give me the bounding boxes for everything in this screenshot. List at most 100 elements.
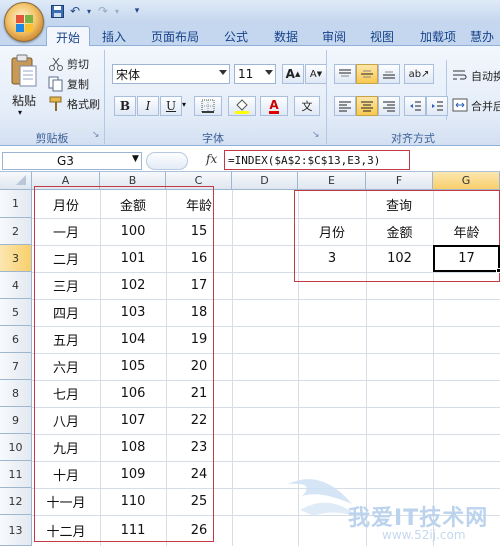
office-logo-icon bbox=[16, 15, 33, 32]
data-table-highlight bbox=[34, 186, 214, 542]
row-header-7[interactable]: 7 bbox=[0, 353, 32, 380]
font-color-button[interactable]: A bbox=[260, 96, 288, 116]
wrap-text-button[interactable]: 自动换 bbox=[452, 68, 500, 84]
font-size-value: 11 bbox=[238, 67, 254, 81]
align-center-button[interactable] bbox=[356, 96, 378, 116]
row-header-12[interactable]: 12 bbox=[0, 488, 32, 515]
decrease-indent-button[interactable] bbox=[404, 96, 426, 116]
copy-button[interactable]: 复制 bbox=[48, 76, 89, 92]
orientation-icon: ab↗ bbox=[408, 68, 430, 80]
fill-color-button[interactable] bbox=[228, 96, 256, 116]
increase-indent-button[interactable] bbox=[426, 96, 448, 116]
alignment-group-label: 对齐方式 bbox=[391, 132, 435, 145]
row-header-2[interactable]: 2 bbox=[0, 218, 32, 245]
column-header-d[interactable]: D bbox=[232, 172, 298, 190]
name-box[interactable]: G3 bbox=[2, 152, 142, 170]
paste-dropdown-icon[interactable]: ▾ bbox=[18, 108, 22, 117]
borders-button[interactable] bbox=[194, 96, 222, 116]
merge-center-icon bbox=[452, 98, 468, 114]
row-header-6[interactable]: 6 bbox=[0, 326, 32, 353]
phonetic-button[interactable]: 文 bbox=[294, 96, 320, 116]
tab-formulas[interactable]: 公式 bbox=[216, 26, 256, 46]
align-right-icon bbox=[383, 101, 395, 112]
column-header-e[interactable]: E bbox=[298, 172, 366, 190]
customize-toolbar-icon[interactable]: ▾ bbox=[128, 3, 146, 19]
grow-font-button[interactable]: A ▲ bbox=[282, 64, 304, 84]
paste-icon[interactable] bbox=[10, 54, 38, 88]
row-header-11[interactable]: 11 bbox=[0, 461, 32, 488]
row-header-10[interactable]: 10 bbox=[0, 434, 32, 461]
paste-button[interactable]: 粘贴 bbox=[12, 92, 36, 109]
save-icon[interactable] bbox=[48, 3, 66, 19]
align-center-icon bbox=[361, 101, 373, 112]
font-color-label: A bbox=[269, 97, 279, 114]
align-left-button[interactable] bbox=[334, 96, 356, 116]
select-all-corner[interactable] bbox=[0, 172, 32, 190]
row-header-3[interactable]: 3 bbox=[0, 245, 32, 272]
align-top-button[interactable] bbox=[334, 64, 356, 84]
name-box-dropdown-icon[interactable]: ▼ bbox=[132, 154, 139, 164]
formula-bar-splitter[interactable] bbox=[146, 152, 188, 170]
tab-insert[interactable]: 插入 bbox=[94, 26, 134, 46]
font-size-dropdown-icon[interactable] bbox=[265, 70, 273, 75]
merge-center-button[interactable]: 合并后 bbox=[452, 98, 500, 114]
increase-indent-icon bbox=[432, 101, 443, 111]
tab-page-layout[interactable]: 页面布局 bbox=[146, 26, 204, 46]
orientation-button[interactable]: ab↗ bbox=[404, 64, 434, 84]
underline-button[interactable]: U bbox=[160, 96, 182, 116]
font-name-combo[interactable]: 宋体 bbox=[112, 64, 230, 84]
copy-icon bbox=[48, 76, 64, 92]
tab-review[interactable]: 审阅 bbox=[314, 26, 354, 46]
name-box-value: G3 bbox=[57, 154, 74, 168]
format-painter-icon bbox=[48, 96, 64, 112]
underline-dropdown-icon[interactable]: ▾ bbox=[182, 100, 186, 109]
cut-button[interactable]: 剪切 bbox=[48, 56, 89, 72]
cut-label: 剪切 bbox=[67, 58, 89, 71]
font-name-dropdown-icon[interactable] bbox=[219, 70, 227, 75]
font-size-combo[interactable]: 11 bbox=[234, 64, 276, 84]
watermark: 我爱IT技术网 www.52ij.com bbox=[282, 470, 500, 546]
gridline-vertical bbox=[232, 190, 233, 546]
row-header-1[interactable]: 1 bbox=[0, 190, 32, 218]
column-header-g[interactable]: G bbox=[433, 172, 500, 190]
copy-label: 复制 bbox=[67, 78, 89, 91]
wrap-text-label: 自动换 bbox=[471, 70, 500, 83]
column-header-f[interactable]: F bbox=[366, 172, 433, 190]
align-bottom-icon bbox=[383, 71, 395, 79]
tab-view[interactable]: 视图 bbox=[362, 26, 402, 46]
scissors-icon bbox=[48, 56, 64, 72]
watermark-url: www.52ij.com bbox=[382, 528, 466, 542]
tab-home[interactable]: 开始 bbox=[46, 26, 90, 47]
formula-input[interactable]: =INDEX($A$2:$C$13,E3,3) bbox=[224, 150, 410, 170]
align-right-button[interactable] bbox=[378, 96, 400, 116]
office-button[interactable] bbox=[4, 2, 44, 42]
decrease-indent-icon bbox=[410, 101, 421, 111]
row-header-8[interactable]: 8 bbox=[0, 380, 32, 407]
shrink-font-label: A bbox=[309, 68, 317, 80]
tab-addins[interactable]: 加载项 bbox=[414, 26, 462, 46]
redo-dropdown-icon[interactable]: ▾ bbox=[108, 3, 126, 19]
align-middle-icon bbox=[361, 70, 373, 78]
row-header-5[interactable]: 5 bbox=[0, 299, 32, 326]
tab-huiban[interactable]: 慧办 bbox=[470, 26, 500, 46]
font-name-value: 宋体 bbox=[116, 67, 141, 82]
active-cell-cursor[interactable] bbox=[433, 245, 500, 272]
row-header-4[interactable]: 4 bbox=[0, 272, 32, 299]
tab-data[interactable]: 数据 bbox=[266, 26, 306, 46]
fill-handle[interactable] bbox=[496, 268, 500, 273]
clipboard-launcher-icon[interactable]: ↘ bbox=[92, 130, 100, 140]
phonetic-label: 文 bbox=[301, 100, 313, 113]
align-middle-button[interactable] bbox=[356, 64, 378, 84]
row-header-13[interactable]: 13 bbox=[0, 515, 32, 546]
font-launcher-icon[interactable]: ↘ bbox=[312, 130, 320, 140]
clipboard-group-label: 剪贴板 bbox=[35, 132, 69, 145]
grow-font-label: A bbox=[285, 67, 295, 81]
row-header-9[interactable]: 9 bbox=[0, 407, 32, 434]
bold-button[interactable]: B bbox=[114, 96, 136, 116]
shrink-font-button[interactable]: A ▼ bbox=[305, 64, 327, 84]
merge-center-label: 合并后 bbox=[471, 100, 500, 113]
insert-function-icon[interactable]: fx bbox=[206, 152, 217, 166]
align-bottom-button[interactable] bbox=[378, 64, 400, 84]
italic-button[interactable]: I bbox=[137, 96, 159, 116]
format-painter-button[interactable]: 格式刷 bbox=[48, 96, 100, 112]
